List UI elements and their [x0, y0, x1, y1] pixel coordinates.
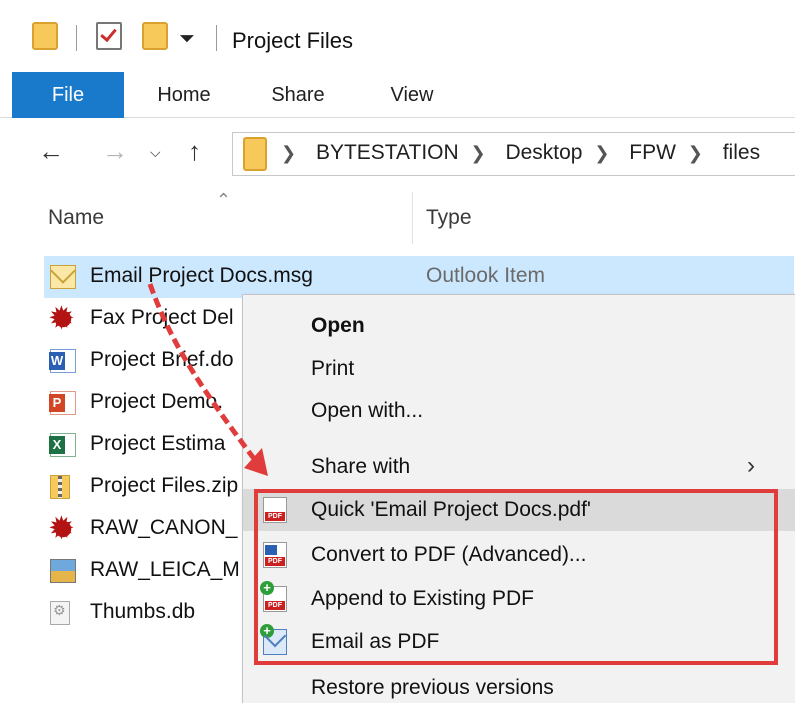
excel-icon	[49, 433, 76, 457]
breadcrumb-chevron-icon[interactable]: ❯	[281, 143, 296, 163]
column-header-type[interactable]: Type	[426, 206, 472, 230]
file-name: Fax Project Del	[90, 306, 234, 329]
address-bar[interactable]: ❯ BYTESTATION ❯ Desktop ❯ FPW ❯ files	[232, 132, 795, 176]
menu-item-share-with[interactable]: Share with ›	[243, 446, 795, 488]
recent-locations-chevron-icon[interactable]: ⌵	[150, 144, 161, 161]
menu-item-label: Share with	[311, 455, 411, 478]
file-name: Thumbs.db	[90, 600, 196, 623]
folder-icon[interactable]	[32, 22, 58, 50]
breadcrumb-chevron-icon[interactable]: ❯	[471, 143, 486, 163]
file-name: RAW_CANON_	[90, 516, 238, 539]
folder-icon	[243, 137, 267, 171]
menu-item-label: Print	[311, 357, 355, 380]
file-name: RAW_LEICA_M	[90, 558, 240, 581]
file-name: Email Project Docs.msg	[90, 264, 313, 287]
file-name: Project Demo.	[90, 390, 224, 413]
tab-file[interactable]: File	[12, 72, 124, 118]
new-folder-icon[interactable]	[142, 22, 168, 50]
image-file-icon	[50, 559, 76, 583]
list-item[interactable]: Email Project Docs.msg Outlook Item	[44, 256, 794, 298]
db-file-icon	[50, 601, 70, 625]
navigation-bar: ← → ⌵ ↑ ❯ BYTESTATION ❯ Desktop ❯ FPW ❯ …	[0, 118, 795, 190]
window-title: Project Files	[232, 28, 354, 53]
outlook-msg-icon	[50, 265, 76, 289]
ribbon: File Home Share View	[0, 72, 795, 118]
word-doc-icon	[49, 349, 76, 373]
forward-arrow-icon[interactable]: →	[102, 136, 128, 167]
chevron-right-icon: ›	[747, 452, 755, 479]
menu-item-label: Restore previous versions	[311, 676, 554, 699]
powerpoint-icon	[49, 391, 76, 415]
menu-item-label: Open	[311, 314, 365, 337]
tab-share[interactable]: Share	[258, 72, 338, 118]
column-divider[interactable]	[412, 192, 413, 244]
tab-home[interactable]: Home	[140, 72, 228, 118]
breadcrumb: ❯ BYTESTATION ❯ Desktop ❯ FPW ❯ files	[281, 141, 766, 165]
toolbar-separator	[76, 25, 77, 51]
menu-item-restore-versions[interactable]: Restore previous versions	[243, 667, 795, 703]
highlight-box	[254, 489, 778, 665]
breadcrumb-fpw[interactable]: FPW	[629, 141, 676, 164]
zip-folder-icon	[50, 475, 70, 499]
sort-ascending-icon: ⌃	[216, 190, 232, 210]
breadcrumb-files[interactable]: files	[723, 141, 760, 164]
file-name: Project Files.zip	[90, 474, 239, 497]
file-name: Project Estima	[90, 432, 226, 455]
file-type: Outlook Item	[426, 264, 546, 287]
menu-item-open[interactable]: Open	[243, 305, 795, 347]
properties-icon[interactable]	[96, 22, 122, 50]
menu-item-open-with[interactable]: Open with...	[243, 390, 795, 432]
column-headers: ⌃ Name Type	[0, 190, 795, 248]
breadcrumb-chevron-icon[interactable]: ❯	[688, 143, 703, 163]
up-arrow-icon[interactable]: ↑	[188, 136, 201, 167]
back-arrow-icon[interactable]: ←	[38, 136, 64, 167]
customize-toolbar-icon[interactable]: ⏷	[179, 28, 195, 51]
breadcrumb-bytestation[interactable]: BYTESTATION	[316, 141, 459, 164]
fax-file-icon	[48, 299, 76, 337]
tab-view[interactable]: View	[372, 72, 452, 118]
menu-item-print[interactable]: Print	[243, 348, 795, 390]
file-name: Project Brief.do	[90, 348, 234, 371]
breadcrumb-desktop[interactable]: Desktop	[505, 141, 582, 164]
title-bar: ⏷ Project Files	[0, 0, 795, 72]
column-header-name[interactable]: Name	[48, 206, 104, 230]
breadcrumb-chevron-icon[interactable]: ❯	[594, 143, 609, 163]
raw-file-icon	[48, 509, 76, 547]
toolbar-separator	[216, 25, 217, 51]
menu-item-label: Open with...	[311, 399, 424, 422]
